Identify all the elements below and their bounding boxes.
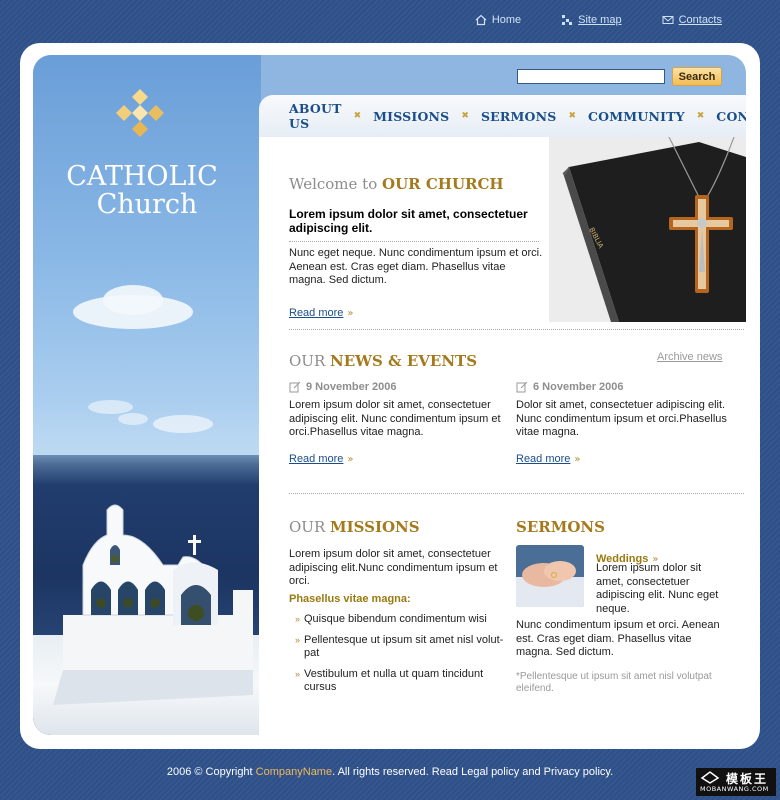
sermons-body: Nunc condimentum ipsum et orci. Aenean e… <box>516 619 720 658</box>
home-link[interactable]: Home <box>475 14 521 26</box>
archive-news-link[interactable]: Archive news <box>657 351 722 363</box>
sermons-note: *Pellentesque ut ipsum sit amet nisl vol… <box>516 671 712 694</box>
missions-title-highlight: MISSIONS <box>330 518 420 536</box>
cloud <box>88 400 133 414</box>
news-title-pre: OUR <box>289 352 331 370</box>
search-input[interactable] <box>517 69 665 84</box>
news-date: 9 November 2006 <box>289 381 504 393</box>
bible-cross-image: BIBLIA <box>549 137 746 322</box>
nav-missions[interactable]: MISSIONS <box>373 109 449 124</box>
cloud <box>118 413 148 425</box>
contacts-link-label: Contacts <box>678 14 722 26</box>
nav-separator-icon: ✖ <box>568 111 577 121</box>
news-read-more-link[interactable]: Read more» <box>516 447 731 466</box>
main-nav: ABOUT US ✖ MISSIONS ✖ SERMONS ✖ COMMUNIT… <box>259 95 746 137</box>
bell-tower-image <box>53 504 253 705</box>
footer-copyright: 2006 © Copyright <box>166 766 256 778</box>
wedding-image <box>516 545 584 607</box>
nav-about-us[interactable]: ABOUT US <box>289 101 342 131</box>
welcome-lead: Lorem ipsum dolor sit amet, consectetuer… <box>289 207 528 235</box>
top-links: Home Site map Contacts <box>475 14 722 26</box>
news-title-highlight: NEWS & EVENTS <box>330 352 478 370</box>
welcome-title-pre: Welcome to <box>289 175 382 193</box>
news-heading: OUR NEWS & EVENTS <box>289 352 539 370</box>
diamond-logo-icon <box>116 89 164 137</box>
missions-list: Quisque bibendum condimentum wisi Pellen… <box>295 613 505 702</box>
read-more-label: Read more <box>289 452 344 465</box>
list-item: Pellentesque ut ipsum sit amet nisl volu… <box>295 634 505 660</box>
sermon-item-text: Lorem ipsum dolor sit amet, consectetuer… <box>596 562 719 615</box>
missions-heading: OUR MISSIONS <box>289 518 499 536</box>
search-button[interactable]: Search <box>672 67 722 86</box>
watermark: 模板王 MOBANWANG.COM <box>696 768 776 796</box>
nav-separator-icon: ✖ <box>353 111 362 121</box>
sitemap-link-label: Site map <box>578 14 622 26</box>
read-more-label: Read more <box>289 307 344 319</box>
read-more-label: Read more <box>516 452 571 465</box>
sermons-heading: SERMONS <box>516 518 605 536</box>
page-frame: CATHOLIC Church Search ABOUT US ✖ MISSIO… <box>33 55 746 735</box>
footer-rights: . All rights reserved. Read Legal policy… <box>332 766 614 778</box>
news-item: 6 November 2006 Dolor sit amet, consecte… <box>516 381 731 466</box>
welcome-read-more-link[interactable]: Read more» <box>289 301 354 320</box>
news-date-label: 6 November 2006 <box>533 381 624 393</box>
welcome-body: Nunc eget neque. Nunc condimentum ipsum … <box>289 247 543 286</box>
missions-subtitle: Phasellus vitae magna: <box>289 593 411 605</box>
company-name-link[interactable]: CompanyName <box>256 766 332 778</box>
site-logo-title: CATHOLIC Church <box>33 163 251 219</box>
home-icon <box>475 14 487 26</box>
divider <box>289 329 744 330</box>
news-read-more-link[interactable]: Read more» <box>289 447 504 466</box>
news-date: 6 November 2006 <box>516 381 731 393</box>
welcome-heading: Welcome to OUR CHURCH <box>289 175 549 193</box>
divider <box>289 493 744 494</box>
logo-line2: Church <box>96 189 198 220</box>
note-icon <box>516 381 528 393</box>
divider <box>289 241 539 242</box>
nav-separator-icon: ✖ <box>461 111 469 121</box>
nav-contacts[interactable]: CONTACTS <box>716 109 746 124</box>
footer: 2006 © Copyright CompanyName. All rights… <box>0 766 780 778</box>
cloud <box>103 285 163 315</box>
content-area: BIBLIA Welcome to OUR CHURCH Lorem ipsum… <box>259 137 746 735</box>
sitemap-icon <box>562 15 573 25</box>
news-date-label: 9 November 2006 <box>306 381 397 393</box>
sermons-title: SERMONS <box>516 518 605 536</box>
contacts-link[interactable]: Contacts <box>662 14 722 26</box>
envelope-icon <box>662 16 674 24</box>
arrow-icon: » <box>347 453 354 465</box>
nav-community[interactable]: COMMUNITY <box>588 109 685 124</box>
cloud <box>153 415 213 433</box>
nav-sermons[interactable]: SERMONS <box>481 109 557 124</box>
news-text: Dolor sit amet, consectetuer adipiscing … <box>516 399 727 438</box>
logo-line1: CATHOLIC <box>66 161 218 192</box>
list-item: Quisque bibendum condimentum wisi <box>295 613 505 626</box>
news-item: 9 November 2006 Lorem ipsum dolor sit am… <box>289 381 504 466</box>
welcome-title-highlight: OUR CHURCH <box>382 175 504 193</box>
missions-body: Lorem ipsum dolor sit amet, consectetuer… <box>289 548 498 587</box>
news-text: Lorem ipsum dolor sit amet, consectetuer… <box>289 399 501 438</box>
watermark-logo-icon <box>700 771 720 784</box>
arrow-icon: » <box>347 308 354 319</box>
arrow-icon: » <box>574 453 581 465</box>
sitemap-link[interactable]: Site map <box>561 14 622 26</box>
list-item: Vestibulum et nulla ut quam tincidunt cu… <box>295 668 505 694</box>
home-link-label: Home <box>491 14 522 26</box>
missions-title-pre: OUR <box>289 518 331 536</box>
watermark-url: MOBANWANG.COM <box>700 785 769 793</box>
note-icon <box>289 381 301 393</box>
nav-separator-icon: ✖ <box>696 111 705 121</box>
